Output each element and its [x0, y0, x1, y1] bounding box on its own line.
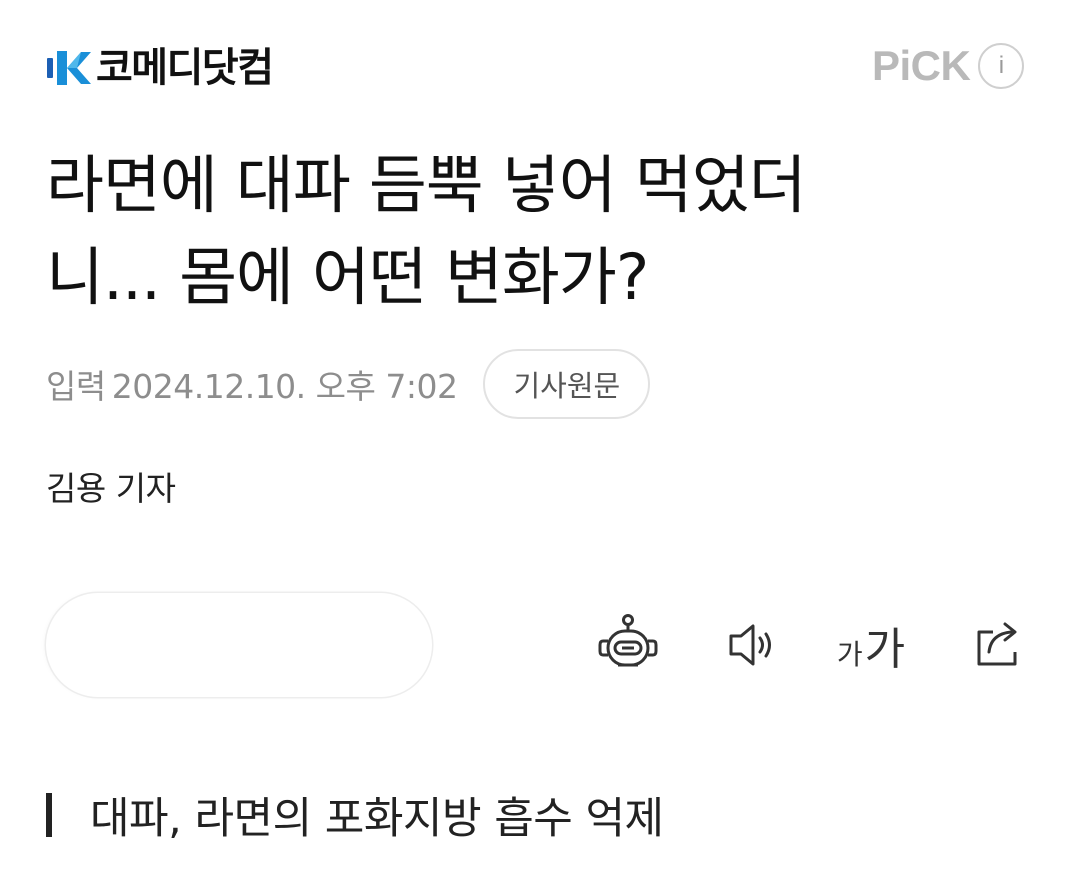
pick-badge: PiCK i	[872, 38, 1025, 94]
reporter-name[interactable]: 김용 기자	[46, 462, 176, 510]
article-toolbar: 가가	[0, 585, 1080, 705]
headline-line-1: 라면에 대파 듬뿍 넣어 먹었더	[46, 149, 807, 222]
original-article-button[interactable]: 기사원문	[483, 349, 651, 419]
subheading-bar	[46, 793, 52, 837]
published-date: 입력 2024.12.10. 오후 7:02	[46, 360, 458, 408]
k-logo-icon	[47, 51, 91, 85]
press-logo[interactable]: 코메디닷컴	[44, 40, 274, 96]
share-button[interactable]	[960, 607, 1036, 683]
robot-summary-icon	[598, 614, 658, 667]
article-page: 코메디닷컴 PiCK i 라면에 대파 듬뿍 넣어 먹었더 니... 몸에 어떤…	[0, 0, 1080, 881]
header: 코메디닷컴 PiCK i	[0, 0, 1080, 130]
headline-line-2: 니... 몸에 어떤 변화가?	[46, 241, 649, 314]
info-icon[interactable]: i	[978, 43, 1025, 89]
subheading-text: 대파, 라면의 포화지방 흡수 억제	[90, 794, 664, 844]
robot-summary-button[interactable]	[590, 607, 666, 683]
pick-label: PiCK	[872, 42, 971, 89]
article-subheading: 대파, 라면의 포화지방 흡수 억제	[46, 780, 664, 850]
font-size-icon: 가가	[837, 613, 905, 677]
share-icon	[977, 622, 1017, 666]
font-size-button[interactable]: 가가	[833, 607, 909, 683]
article-meta: 입력 2024.12.10. 오후 7:02 기사원문	[46, 348, 651, 420]
date-value: 2024.12.10. 오후 7:02	[111, 367, 458, 406]
text-to-speech-button[interactable]	[712, 607, 788, 683]
reaction-pill[interactable]	[46, 593, 432, 697]
speaker-icon	[729, 624, 771, 666]
font-size-small: 가	[836, 638, 863, 671]
font-size-large: 가	[864, 624, 906, 675]
press-name: 코메디닷컴	[96, 45, 274, 91]
date-label: 입력	[46, 367, 106, 406]
article-headline: 라면에 대파 듬뿍 넣어 먹었더 니... 몸에 어떤 변화가?	[46, 140, 1026, 324]
